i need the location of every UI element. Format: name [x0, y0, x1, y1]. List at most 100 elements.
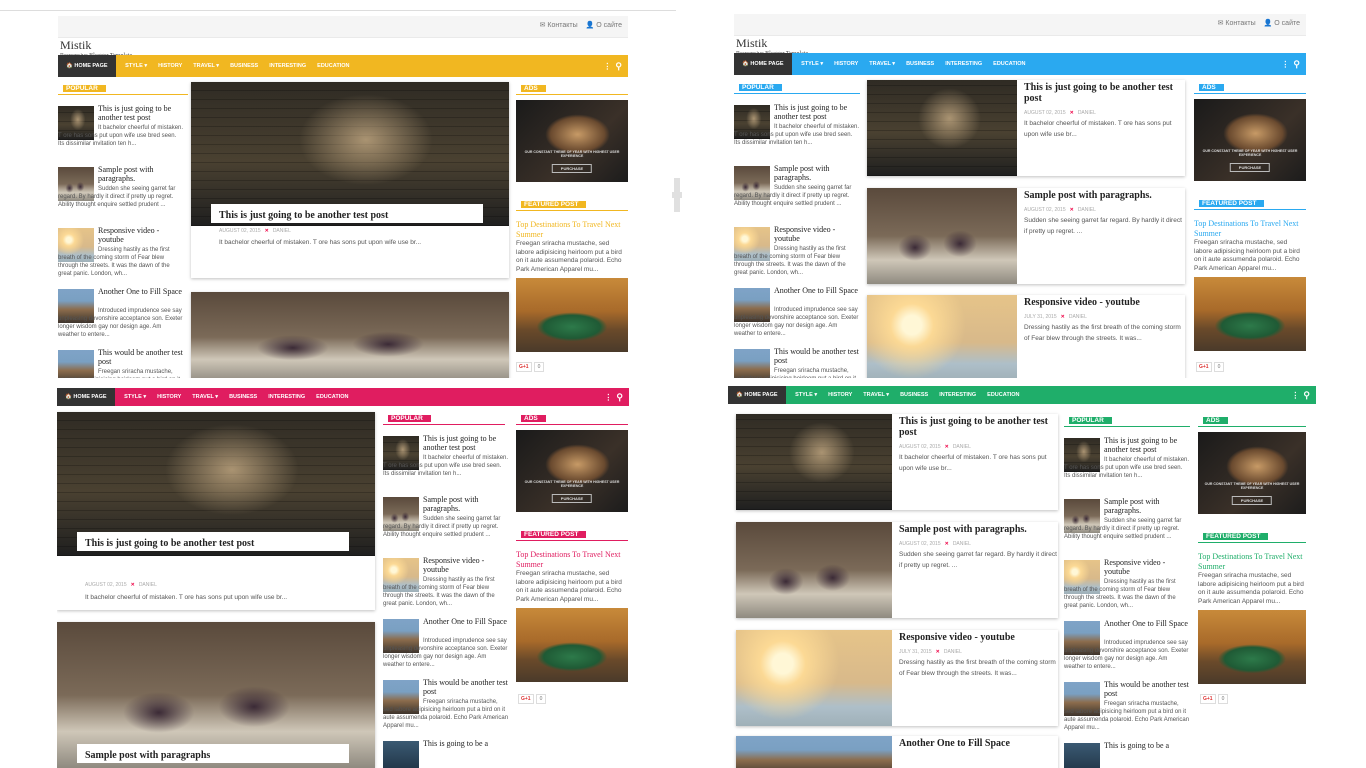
- nav-item-style[interactable]: STYLE ▾: [119, 394, 152, 400]
- list-item[interactable]: Sample post with paragraphs. Sudden she s…: [734, 164, 860, 225]
- gplus-share[interactable]: G+1 0: [518, 694, 547, 704]
- post-title[interactable]: Sample post with paragraphs.: [899, 524, 1055, 535]
- search-icon[interactable]: ⚲: [615, 61, 622, 72]
- list-item[interactable]: This is just going to be another test po…: [734, 103, 860, 164]
- search-icon[interactable]: ⚲: [1303, 390, 1310, 401]
- about-link[interactable]: 👤 О сайте: [586, 22, 622, 29]
- list-item[interactable]: Another One to Fill Space Introduced impr…: [734, 286, 860, 347]
- list-item[interactable]: Another One to Fill Space Introduced impr…: [1064, 619, 1190, 680]
- list-item[interactable]: Sample post with paragraphs. Sudden she s…: [1064, 497, 1190, 558]
- purchase-button[interactable]: PURCHASE: [1231, 496, 1273, 505]
- post-title[interactable]: This is just going to be another test po…: [211, 204, 483, 223]
- list-item[interactable]: This would be another test post Freegan s…: [58, 348, 186, 378]
- post-card[interactable]: Sample post with paragraphs: [57, 622, 375, 768]
- post-card[interactable]: Another One to Fill Space: [736, 736, 1058, 768]
- list-item[interactable]: Responsive video - youtube Dressing hasti…: [58, 226, 186, 287]
- featured-image[interactable]: [516, 608, 628, 682]
- nav-item-travel[interactable]: TRAVEL ▾: [188, 63, 225, 69]
- post-title[interactable]: This is just going to be another test po…: [77, 532, 349, 551]
- list-item[interactable]: This is just going to be another test po…: [1064, 436, 1190, 497]
- list-item[interactable]: This is just going to be another test po…: [58, 104, 186, 165]
- list-item[interactable]: This is going to be a: [383, 739, 505, 768]
- post-card[interactable]: Sample post with paragraphs. AUGUST 02, …: [736, 522, 1058, 618]
- featured-title[interactable]: Top Destinations To Travel Next Summer: [516, 220, 628, 240]
- post-title[interactable]: Responsive video - youtube: [1024, 297, 1182, 308]
- gplus-share[interactable]: G+1 0: [1196, 362, 1225, 372]
- list-item[interactable]: Responsive video - youtube Dressing hasti…: [383, 556, 505, 617]
- featured-image[interactable]: [516, 278, 628, 352]
- purchase-button[interactable]: PURCHASE: [1229, 163, 1271, 172]
- list-item[interactable]: This is just going to be another test po…: [383, 434, 508, 495]
- post-title[interactable]: This is just going to be another test po…: [1024, 82, 1182, 104]
- nav-item-travel[interactable]: TRAVEL ▾: [187, 394, 224, 400]
- nav-item-education[interactable]: EDUCATION: [311, 394, 354, 400]
- post-title[interactable]: Sample post with paragraphs.: [1024, 190, 1182, 201]
- nav-item-education[interactable]: EDUCATION: [312, 63, 355, 69]
- featured-title[interactable]: Top Destinations To Travel Next Summer: [1194, 219, 1306, 239]
- featured-image[interactable]: [1198, 610, 1306, 684]
- ad-banner[interactable]: OUR CONSTANT THEME OF YEAR WITH HIGHEST …: [516, 430, 628, 512]
- post-card[interactable]: This is just going to be another test po…: [867, 80, 1185, 176]
- featured-image[interactable]: [1194, 277, 1306, 351]
- post-title[interactable]: This is just going to be another test po…: [899, 416, 1055, 438]
- list-item[interactable]: This would be another test post Freegan s…: [734, 347, 860, 378]
- nav-item-history[interactable]: HISTORY: [829, 61, 864, 67]
- post-title[interactable]: Sample post with paragraphs: [77, 744, 349, 763]
- nav-home[interactable]: 🏠 HOME PAGE: [734, 53, 792, 75]
- nav-item-business[interactable]: BUSINESS: [901, 61, 940, 67]
- search-icon[interactable]: ⚲: [616, 392, 623, 403]
- gplus-share[interactable]: G+1 0: [1200, 694, 1229, 704]
- featured-post-card[interactable]: This is just going to be another test po…: [191, 82, 509, 278]
- nav-item-style[interactable]: STYLE ▾: [120, 63, 153, 69]
- featured-post-card[interactable]: This is just going to be another test po…: [57, 412, 375, 610]
- nav-home[interactable]: 🏠 HOME PAGE: [57, 388, 115, 406]
- featured-title[interactable]: Top Destinations To Travel Next Summer: [516, 550, 628, 570]
- purchase-button[interactable]: PURCHASE: [551, 494, 593, 503]
- nav-home[interactable]: 🏠 HOME PAGE: [58, 55, 116, 77]
- list-item[interactable]: This would be another test post Freegan s…: [383, 678, 508, 739]
- nav-item-business[interactable]: BUSINESS: [225, 63, 264, 69]
- nav-item-business[interactable]: BUSINESS: [224, 394, 263, 400]
- ad-banner[interactable]: OUR CONSTANT THEME OF YEAR WITH HIGHEST …: [516, 100, 628, 182]
- nav-item-interesting[interactable]: INTERESTING: [934, 392, 982, 398]
- nav-item-interesting[interactable]: INTERESTING: [264, 63, 312, 69]
- ad-banner[interactable]: OUR CONSTANT THEME OF YEAR WITH HIGHEST …: [1194, 99, 1306, 181]
- nav-item-education[interactable]: EDUCATION: [988, 61, 1031, 67]
- nav-item-interesting[interactable]: INTERESTING: [263, 394, 311, 400]
- more-icon[interactable]: ⋮: [1281, 60, 1289, 69]
- nav-item-style[interactable]: STYLE ▾: [796, 61, 829, 67]
- search-icon[interactable]: ⚲: [1293, 59, 1300, 70]
- post-card[interactable]: [191, 292, 509, 378]
- list-item[interactable]: Another One to Fill Space Introduced impr…: [58, 287, 186, 348]
- more-icon[interactable]: ⋮: [1291, 391, 1299, 400]
- purchase-button[interactable]: PURCHASE: [551, 164, 593, 173]
- list-item[interactable]: Another One to Fill Space Introduced impr…: [383, 617, 507, 678]
- nav-item-travel[interactable]: TRAVEL ▾: [858, 392, 895, 398]
- ad-banner[interactable]: OUR CONSTANT THEME OF YEAR WITH HIGHEST …: [1198, 432, 1306, 514]
- nav-item-education[interactable]: EDUCATION: [982, 392, 1025, 398]
- list-item[interactable]: This would be another test post Freegan s…: [1064, 680, 1190, 741]
- featured-title[interactable]: Top Destinations To Travel Next Summer: [1198, 552, 1306, 572]
- list-item[interactable]: Sample post with paragraphs. Sudden she s…: [383, 495, 505, 556]
- contacts-link[interactable]: ✉ Контакты: [1218, 20, 1256, 27]
- nav-item-history[interactable]: HISTORY: [153, 63, 188, 69]
- list-item[interactable]: Sample post with paragraphs. Sudden she s…: [58, 165, 186, 226]
- post-card[interactable]: Sample post with paragraphs. AUGUST 02, …: [867, 188, 1185, 284]
- about-link[interactable]: 👤 О сайте: [1264, 20, 1300, 27]
- post-card[interactable]: Responsive video - youtube JULY 31, 2015…: [867, 295, 1185, 378]
- list-item[interactable]: Responsive video - youtube Dressing hasti…: [1064, 558, 1190, 619]
- nav-item-history[interactable]: HISTORY: [152, 394, 187, 400]
- post-card[interactable]: This is just going to be another test po…: [736, 414, 1058, 510]
- nav-item-travel[interactable]: TRAVEL ▾: [864, 61, 901, 67]
- post-title[interactable]: Another One to Fill Space: [899, 738, 1055, 749]
- nav-item-interesting[interactable]: INTERESTING: [940, 61, 988, 67]
- nav-item-style[interactable]: STYLE ▾: [790, 392, 823, 398]
- post-card[interactable]: Responsive video - youtube JULY 31, 2015…: [736, 630, 1058, 726]
- nav-item-history[interactable]: HISTORY: [823, 392, 858, 398]
- post-title[interactable]: Responsive video - youtube: [899, 632, 1055, 643]
- nav-item-business[interactable]: BUSINESS: [895, 392, 934, 398]
- more-icon[interactable]: ⋮: [603, 62, 611, 71]
- gplus-share[interactable]: G+1 0: [516, 362, 545, 372]
- list-item[interactable]: Responsive video - youtube Dressing hasti…: [734, 225, 860, 286]
- contacts-link[interactable]: ✉ Контакты: [540, 22, 578, 29]
